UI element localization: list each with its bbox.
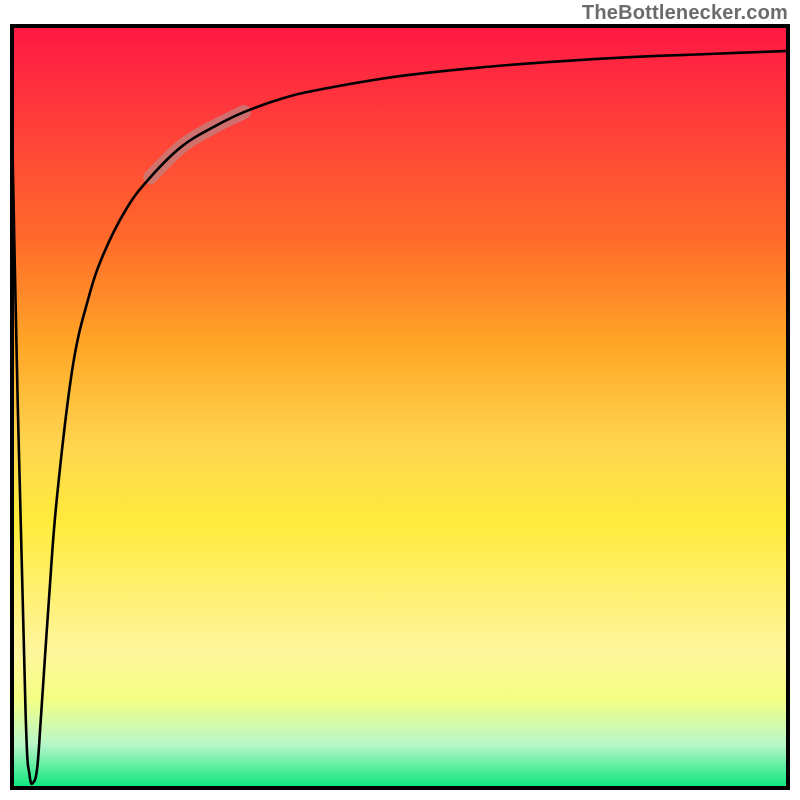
chart-frame <box>10 24 790 790</box>
bottleneck-curve <box>10 24 790 784</box>
watermark-text: TheBottlenecker.com <box>582 2 788 25</box>
curve-highlight-segment <box>150 112 244 177</box>
chart-svg <box>10 24 790 790</box>
